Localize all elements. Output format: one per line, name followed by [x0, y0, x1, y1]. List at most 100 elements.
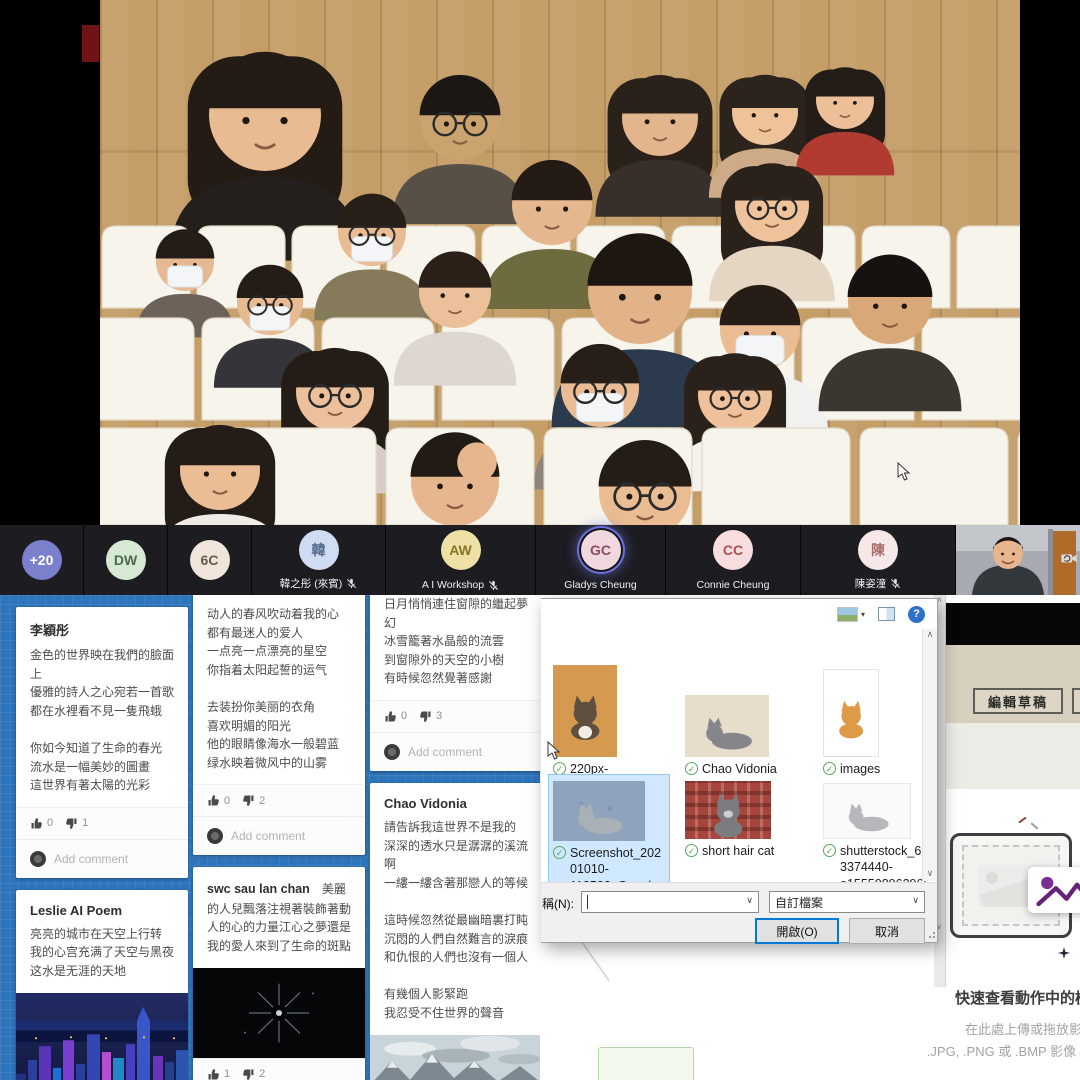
card-title: 李穎彤	[16, 607, 188, 639]
file-name: short hair cat	[702, 843, 774, 859]
padlet-card[interactable]: 李穎彤 金色的世界映在我們的臉面上 優雅的詩人之心宛若一首歌 都在水裡看不見一隻…	[16, 607, 188, 878]
partial-button[interactable]	[598, 1047, 694, 1080]
cancel-button[interactable]: 取消	[849, 918, 925, 944]
padlet-card[interactable]: Leslie AI Poem 亮亮的城市在天空上行转 我的心宫充满了天空与黑夜 …	[16, 890, 188, 1080]
open-button[interactable]: 開啟(O)	[755, 918, 839, 944]
file-item[interactable]: ✓ Chao Vidonia	[685, 661, 805, 777]
mic-muted-icon	[488, 580, 499, 591]
cat-in-leaves-thumbnail	[553, 781, 645, 841]
edit-draft-button[interactable]: 編輯草稿	[973, 688, 1063, 714]
padlet-card[interactable]: Chao Vidonia 請告訴我這世界不是我的 深深的透水只是潺潺的溪流啊 一…	[370, 783, 540, 1080]
thumbs-up-icon[interactable]	[30, 817, 43, 830]
scroll-down-arrow[interactable]: ∨	[923, 868, 937, 879]
participant-tile-connie[interactable]: CC Connie Cheung	[666, 525, 801, 595]
padlet-card[interactable]: 动人的春风吹动着我的心 都有最迷人的爱人 一点亮一点漂亮的星空 你指着太阳起誓的…	[193, 595, 365, 855]
avatar: AW	[441, 530, 481, 570]
participant-tile-chan[interactable]: 陳 陳姿潼	[801, 525, 956, 595]
like-count: 0	[224, 795, 230, 807]
clipped-button[interactable]	[1072, 688, 1080, 714]
add-comment-field[interactable]: Add comment	[193, 816, 365, 855]
overflow-participants-tile[interactable]: +20	[0, 525, 84, 595]
board-column-3: 日月悄悄連住窗隙的繼起夢幻 冰雪籠著水晶般的流雲 到窗隙外的天空的小樹 有時候忽…	[370, 595, 540, 1080]
participant-tile-6c[interactable]: 6C	[168, 525, 252, 595]
dialog-footer: 稱(N): ∨ 自訂檔案 ∨ 開啟(O) 取消	[541, 882, 937, 942]
add-comment-label: Add comment	[408, 745, 482, 759]
decor-tick	[1018, 817, 1027, 824]
sparkle-icon	[1058, 947, 1070, 959]
thumbs-up-icon[interactable]	[207, 1068, 220, 1080]
participant-tile-han[interactable]: 韓 韓之彤 (來賓)	[252, 525, 386, 595]
file-item-selected[interactable]: ✓Screenshot_20201010-113503_Google	[549, 775, 669, 896]
check-badge-icon: ✓	[685, 762, 698, 775]
dialog-scrollbar[interactable]: ∧ ∨	[922, 629, 937, 881]
padlet-card[interactable]: 日月悄悄連住窗隙的繼起夢幻 冰雪籠著水晶般的流雲 到窗隙外的天空的小樹 有時候忽…	[370, 595, 540, 771]
video-artifact-chip	[82, 25, 99, 62]
file-type-select[interactable]: 自訂檔案 ∨	[769, 891, 925, 913]
participant-tile-gladys[interactable]: GC Gladys Cheung	[536, 525, 666, 595]
filename-label: 稱(N):	[542, 895, 574, 912]
mouse-cursor	[547, 741, 561, 761]
hong-kong-skyline-image	[16, 993, 188, 1080]
text-cursor	[587, 895, 588, 909]
preview-pane-icon[interactable]	[878, 607, 895, 621]
scroll-up-arrow[interactable]: ∧	[923, 629, 937, 640]
purple-image-icon	[1035, 871, 1080, 909]
check-badge-icon: ✓	[553, 762, 566, 775]
participant-name: 陳姿潼	[855, 576, 887, 591]
add-comment-label: Add comment	[231, 829, 305, 843]
dislike-count: 3	[436, 710, 442, 722]
card-body: 亮亮的城市在天空上行转 我的心宫充满了天空与黑夜 这水是无涯的天地	[16, 918, 188, 993]
self-video-tile[interactable]	[956, 525, 1080, 595]
card-reactions: 0 2	[193, 784, 365, 816]
alpine-meadow-image	[370, 1035, 540, 1080]
dialog-toolbar: ▾ ?	[541, 599, 937, 629]
resize-grip[interactable]	[927, 932, 935, 940]
file-item[interactable]: ✓ short hair cat	[685, 777, 805, 859]
thumbs-down-icon[interactable]	[65, 817, 78, 830]
add-comment-field[interactable]: Add comment	[370, 732, 540, 771]
thumbs-up-icon[interactable]	[207, 794, 220, 807]
decor-tick	[1030, 822, 1038, 829]
card-body: 日月悄悄連住窗隙的繼起夢幻 冰雪籠著水晶般的流雲 到窗隙外的天空的小樹 有時候忽…	[370, 595, 540, 700]
file-type-value: 自訂檔案	[775, 894, 823, 911]
brown-tabby-cat-thumbnail	[553, 665, 617, 757]
add-comment-field[interactable]: Add comment	[16, 839, 188, 878]
avatar: 6C	[190, 540, 230, 580]
filename-input[interactable]: ∨	[581, 891, 759, 913]
board-column-1: 李穎彤 金色的世界映在我們的臉面上 優雅的詩人之心宛若一首歌 都在水裡看不見一隻…	[16, 607, 188, 1080]
mic-muted-icon	[890, 578, 901, 589]
upload-illustration-card	[1028, 867, 1080, 913]
participant-name: Gladys Cheung	[564, 579, 636, 591]
sub-band	[946, 723, 1080, 789]
thumbs-down-icon[interactable]	[242, 794, 255, 807]
participant-tile-aiworkshop[interactable]: AW A I Workshop	[386, 525, 536, 595]
orange-cat-thumbnail	[823, 669, 879, 757]
gray-cat-thumbnail	[685, 695, 769, 757]
camera-switch-icon[interactable]	[1060, 549, 1078, 567]
check-badge-icon: ✓	[685, 844, 698, 857]
card-title: swc sau lan chan	[207, 882, 310, 896]
help-button[interactable]: ?	[908, 606, 925, 623]
overflow-count-avatar: +20	[22, 540, 62, 580]
thumbs-up-icon[interactable]	[384, 710, 397, 723]
card-body: 金色的世界映在我們的臉面上 優雅的詩人之心宛若一首歌 都在水裡看不見一隻飛蛾 你…	[16, 639, 188, 807]
upload-section-heading: 快速查看動作中的模型	[910, 987, 1080, 1008]
dropdown-caret-icon: ▾	[861, 610, 865, 619]
board-column-2: 动人的春风吹动着我的心 都有最迷人的爱人 一点亮一点漂亮的星空 你指着太阳起誓的…	[193, 595, 365, 1080]
view-mode-button[interactable]: ▾	[837, 607, 865, 622]
banner-video-area	[946, 603, 1080, 645]
thumbs-down-icon[interactable]	[419, 710, 432, 723]
mic-muted-icon	[346, 578, 357, 589]
like-count: 0	[401, 710, 407, 722]
file-name: Chao Vidonia	[702, 761, 777, 777]
card-reactions: 0 1	[16, 807, 188, 839]
thumbs-down-icon[interactable]	[242, 1068, 255, 1080]
file-open-dialog: ▾ ?	[541, 598, 938, 943]
add-comment-label: Add comment	[54, 852, 128, 866]
participant-tile-dw[interactable]: DW	[84, 525, 168, 595]
commenter-avatar	[207, 828, 223, 844]
dislike-count: 2	[259, 795, 265, 807]
padlet-board: 李穎彤 金色的世界映在我們的臉面上 優雅的詩人之心宛若一首歌 都在水裡看不見一隻…	[0, 595, 540, 1080]
padlet-card[interactable]: swc sau lan chan 美麗的人兒飄落注視著裝飾著動人的心的力量江心之…	[193, 867, 365, 1080]
avatar: 韓	[299, 530, 339, 570]
